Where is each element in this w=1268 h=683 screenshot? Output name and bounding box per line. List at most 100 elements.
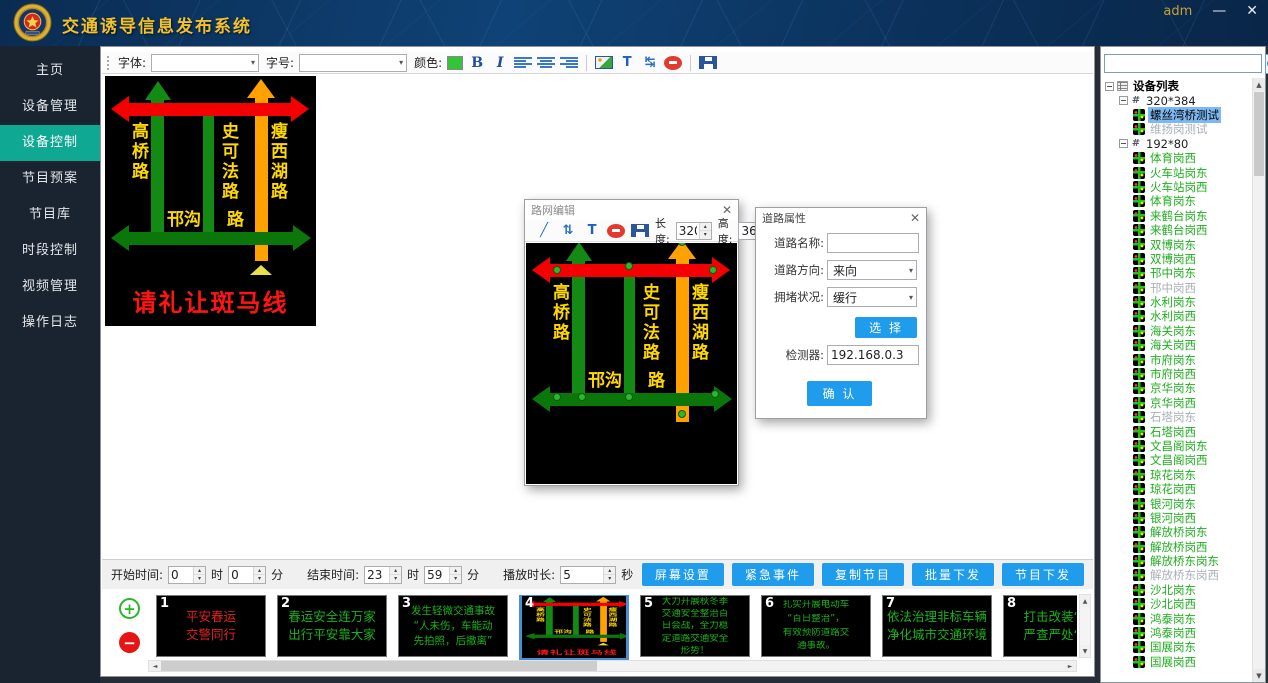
duration-spinner[interactable]: ▴▾ (560, 566, 616, 584)
device-item[interactable]: 解放桥岗西 (1103, 540, 1251, 554)
duration-spinner-input[interactable] (561, 567, 603, 583)
delete-icon[interactable] (664, 56, 682, 70)
road-direction-select[interactable]: 来向 ▾ (827, 260, 917, 280)
edit-handle[interactable] (711, 390, 719, 398)
playlist-item[interactable]: 3发生轻微交通事故“人未伤，车能动先拍照，后撤离” (398, 595, 508, 657)
device-item[interactable]: 螺丝湾桥测试 (1103, 108, 1251, 122)
congestion-select[interactable]: 缓行 ▾ (827, 287, 917, 307)
align-right-icon[interactable] (560, 57, 578, 68)
delete-icon[interactable] (607, 224, 625, 238)
playlist-vertical-scrollbar[interactable]: ▲ ▼ (1079, 594, 1091, 658)
start-hour-spinner[interactable]: ▴▾ (168, 566, 206, 584)
image-icon[interactable] (595, 56, 613, 69)
italic-icon[interactable]: I (491, 54, 509, 72)
spin-down-icon[interactable]: ▾ (700, 231, 711, 239)
device-item[interactable]: 体育岗东 (1103, 194, 1251, 208)
road-editor-titlebar[interactable]: 路网编辑 ✕ (525, 200, 738, 220)
device-search-input[interactable] (1104, 54, 1262, 73)
length-spinner-input[interactable] (677, 223, 699, 239)
device-item[interactable]: 火车站岗西 (1103, 180, 1251, 194)
device-item[interactable]: 市府岗西 (1103, 367, 1251, 381)
detector-input[interactable] (827, 345, 919, 365)
device-item[interactable]: 琼花岗东 (1103, 468, 1251, 482)
spin-down-icon[interactable]: ▾ (450, 575, 461, 583)
device-item[interactable]: 文昌阁岗西 (1103, 453, 1251, 467)
size-select[interactable]: ▾ (299, 54, 407, 72)
edit-handle[interactable] (578, 393, 586, 401)
tree-expander-icon[interactable] (1119, 139, 1128, 148)
scroll-down-icon[interactable]: ▼ (1080, 645, 1090, 657)
color-swatch[interactable] (447, 56, 463, 70)
sidebar-item[interactable]: 节目库 (0, 197, 100, 233)
start-hour-spinner-input[interactable] (169, 567, 193, 583)
device-item[interactable]: 维扬岗测试 (1103, 122, 1251, 136)
end-hour-spinner-input[interactable] (365, 567, 389, 583)
device-item[interactable]: 国展岗西 (1103, 655, 1251, 669)
playlist-item[interactable]: 1平安春运交警同行 (156, 595, 266, 657)
close-button[interactable]: ✕ (1246, 3, 1258, 19)
spin-up-icon[interactable]: ▴ (700, 223, 711, 232)
close-icon[interactable]: ✕ (910, 211, 920, 225)
device-item[interactable]: 鸿泰岗东 (1103, 611, 1251, 625)
align-left-icon[interactable] (514, 57, 532, 68)
device-item[interactable]: 海关岗东 (1103, 324, 1251, 338)
device-item[interactable]: 国展岗东 (1103, 640, 1251, 654)
length-spinner[interactable]: ▴▾ (676, 222, 712, 240)
edit-handle[interactable] (553, 393, 561, 401)
tree-expander-icon[interactable] (1105, 82, 1114, 91)
spin-up-icon[interactable]: ▴ (390, 567, 401, 576)
scroll-down-icon[interactable]: ▼ (1253, 669, 1265, 682)
device-item[interactable]: 京华岗西 (1103, 396, 1251, 410)
device-item[interactable]: 解放桥东岗西 (1103, 568, 1251, 582)
device-item[interactable]: 银河岗西 (1103, 511, 1251, 525)
spin-down-icon[interactable]: ▾ (604, 575, 615, 583)
spin-down-icon[interactable]: ▾ (254, 575, 265, 583)
minimize-button[interactable]: — (1212, 3, 1226, 19)
playlist-horizontal-scrollbar[interactable]: ◄ ► (148, 660, 1077, 672)
device-item[interactable]: 来鹤台岗东 (1103, 209, 1251, 223)
device-item[interactable]: 沙北岗西 (1103, 597, 1251, 611)
sign-preview[interactable]: 高桥路史可法路瘦西湖路邗沟路请礼让斑马线 (105, 76, 316, 326)
end-minute-spinner-input[interactable] (425, 567, 449, 583)
road-name-input[interactable] (827, 233, 919, 253)
sidebar-item[interactable]: 操作日志 (0, 305, 100, 341)
device-item[interactable]: 火车站岗东 (1103, 165, 1251, 179)
tree-expander-icon[interactable] (1119, 96, 1128, 105)
playlist-item[interactable]: 2春运安全连万家出行平安靠大家 (277, 595, 387, 657)
save-icon[interactable] (699, 56, 717, 69)
tree-root[interactable]: 设备列表 (1103, 79, 1251, 93)
playlist-item[interactable]: 5大力开展秋冬季交通安全整治百日会战，全力稳定道路交通安全形势！ (640, 595, 750, 657)
device-item[interactable]: 双博岗东 (1103, 237, 1251, 251)
playlist-item[interactable]: 6扎实开展电动车“百日整治”，有效预防道路交通事故。 (761, 595, 871, 657)
scroll-right-icon[interactable]: ► (1064, 661, 1076, 671)
spin-down-icon[interactable]: ▾ (194, 575, 205, 583)
delete-program-button[interactable]: − (119, 632, 140, 653)
spacing-icon[interactable]: ↹ (641, 54, 659, 72)
edit-handle[interactable] (678, 410, 686, 418)
device-item[interactable]: 水利岗西 (1103, 309, 1251, 323)
spin-up-icon[interactable]: ▴ (450, 567, 461, 576)
align-center-icon[interactable] (537, 57, 555, 68)
sidebar-item[interactable]: 主页 (0, 53, 100, 89)
action-button[interactable]: 批量下发 (912, 563, 994, 586)
device-item[interactable]: 解放桥东岗东 (1103, 554, 1251, 568)
scrollbar-thumb[interactable] (161, 661, 597, 671)
road-properties-titlebar[interactable]: 道路属性 ✕ (756, 208, 926, 228)
save-icon[interactable] (631, 224, 649, 237)
playlist-item[interactable]: 4高桥路史可法路瘦西湖路邗沟路请礼让斑马线 (519, 595, 629, 661)
sidebar-item[interactable]: 设备管理 (0, 89, 100, 125)
action-button[interactable]: 节目下发 (1002, 563, 1084, 586)
text-icon[interactable]: T (618, 54, 636, 72)
device-item[interactable]: 体育岗西 (1103, 151, 1251, 165)
line-icon[interactable]: ╱ (535, 222, 553, 240)
device-item[interactable]: 京华岗东 (1103, 381, 1251, 395)
scroll-up-icon[interactable]: ▲ (1080, 595, 1090, 607)
edit-handle[interactable] (625, 262, 633, 270)
action-button[interactable]: 屏幕设置 (642, 563, 724, 586)
confirm-button[interactable]: 确 认 (807, 381, 873, 406)
select-button[interactable]: 选 择 (855, 317, 917, 338)
playlist-item[interactable]: 8打击改装“炸严查严处“机 (1003, 595, 1077, 657)
edit-handle[interactable] (553, 266, 561, 274)
device-item[interactable]: 石塔岗西 (1103, 424, 1251, 438)
start-minute-spinner[interactable]: ▴▾ (228, 566, 266, 584)
